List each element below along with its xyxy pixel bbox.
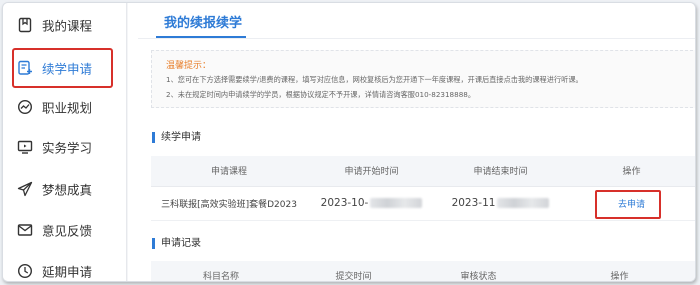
column-header: 审核状态 [416,261,541,281]
sidebar-item-label: 意见反馈 [42,223,93,239]
sidebar-item-label: 梦想成真 [42,182,93,198]
table-header-row: 科目名称 提交时间 审核状态 操作 [151,261,695,281]
highlight-box-apply [595,190,661,219]
start-time-cell: 2023-10- [307,186,436,221]
table-header-row: 申请课程 申请开始时间 申请结束时间 操作 [151,156,695,187]
start-time: 2023-10- [320,197,369,209]
sidebar-item-my-courses[interactable]: 我的课程 [3,5,127,45]
mail-icon [17,222,33,238]
redacted-blur [497,198,550,208]
notice-title: 温馨提示： [166,61,212,71]
main-content: 我的续报续学 温馨提示： 1、您可在下方选择需要续学/退费的课程，填写对应信息，… [128,3,695,281]
column-header: 提交时间 [291,261,416,281]
sidebar-item-practice[interactable]: 实务学习 [3,127,127,167]
end-time: 2023-11 [451,197,496,209]
practice-monitor-icon [17,139,33,155]
column-header: 申请结束时间 [436,156,565,187]
column-header: 申请开始时间 [307,156,436,187]
apply-section-title: 续学申请 [152,132,201,143]
sidebar-item-career-plan[interactable]: 职业规划 [3,87,127,127]
bookmark-icon [17,17,33,33]
page-title: 我的续报续学 [164,16,243,31]
sidebar-item-dream[interactable]: 梦想成真 [3,169,127,209]
clock-icon [17,263,33,279]
notice-box: 温馨提示： 1、您可在下方选择需要续学/退费的课程，填写对应信息，网校复核后为您… [151,50,695,108]
highlight-box-sidebar [12,48,113,88]
career-plan-icon [17,99,33,115]
records-section-title: 申请记录 [152,238,201,249]
sidebar-item-label: 我的课程 [42,18,93,34]
column-header: 操作 [565,156,695,187]
course-name: 三科联报[高效实验班]套餐D2023 [151,186,307,221]
paper-plane-icon [17,181,33,197]
column-header: 科目名称 [151,261,291,281]
column-header: 操作 [541,261,695,281]
redacted-blur [370,198,423,208]
notice-line: 1、您可在下方选择需要续学/退费的课程，填写对应信息，网校复核后为您开通下一年度… [166,75,583,84]
records-table: 科目名称 提交时间 审核状态 操作 [151,261,695,281]
sidebar-item-label: 职业规划 [42,100,93,116]
sidebar-item-label: 实务学习 [42,140,93,156]
sidebar-item-extension[interactable]: 延期申请 [3,251,127,281]
sidebar: 我的课程 续学申请 职业规划 实务学习 梦想成真 意见反馈 延期申请 [3,3,127,281]
window-frame: 我的课程 续学申请 职业规划 实务学习 梦想成真 意见反馈 延期申请 我的续报续… [2,2,696,282]
divider [138,38,695,39]
sidebar-item-label: 延期申请 [42,264,93,280]
notice-line: 2、未在规定时间内申请续学的学员，根据协议规定不予开课，详情请咨询客服010-8… [166,90,476,99]
end-time-cell: 2023-11 [436,186,565,221]
sidebar-item-feedback[interactable]: 意见反馈 [3,210,127,250]
column-header: 申请课程 [151,156,307,187]
